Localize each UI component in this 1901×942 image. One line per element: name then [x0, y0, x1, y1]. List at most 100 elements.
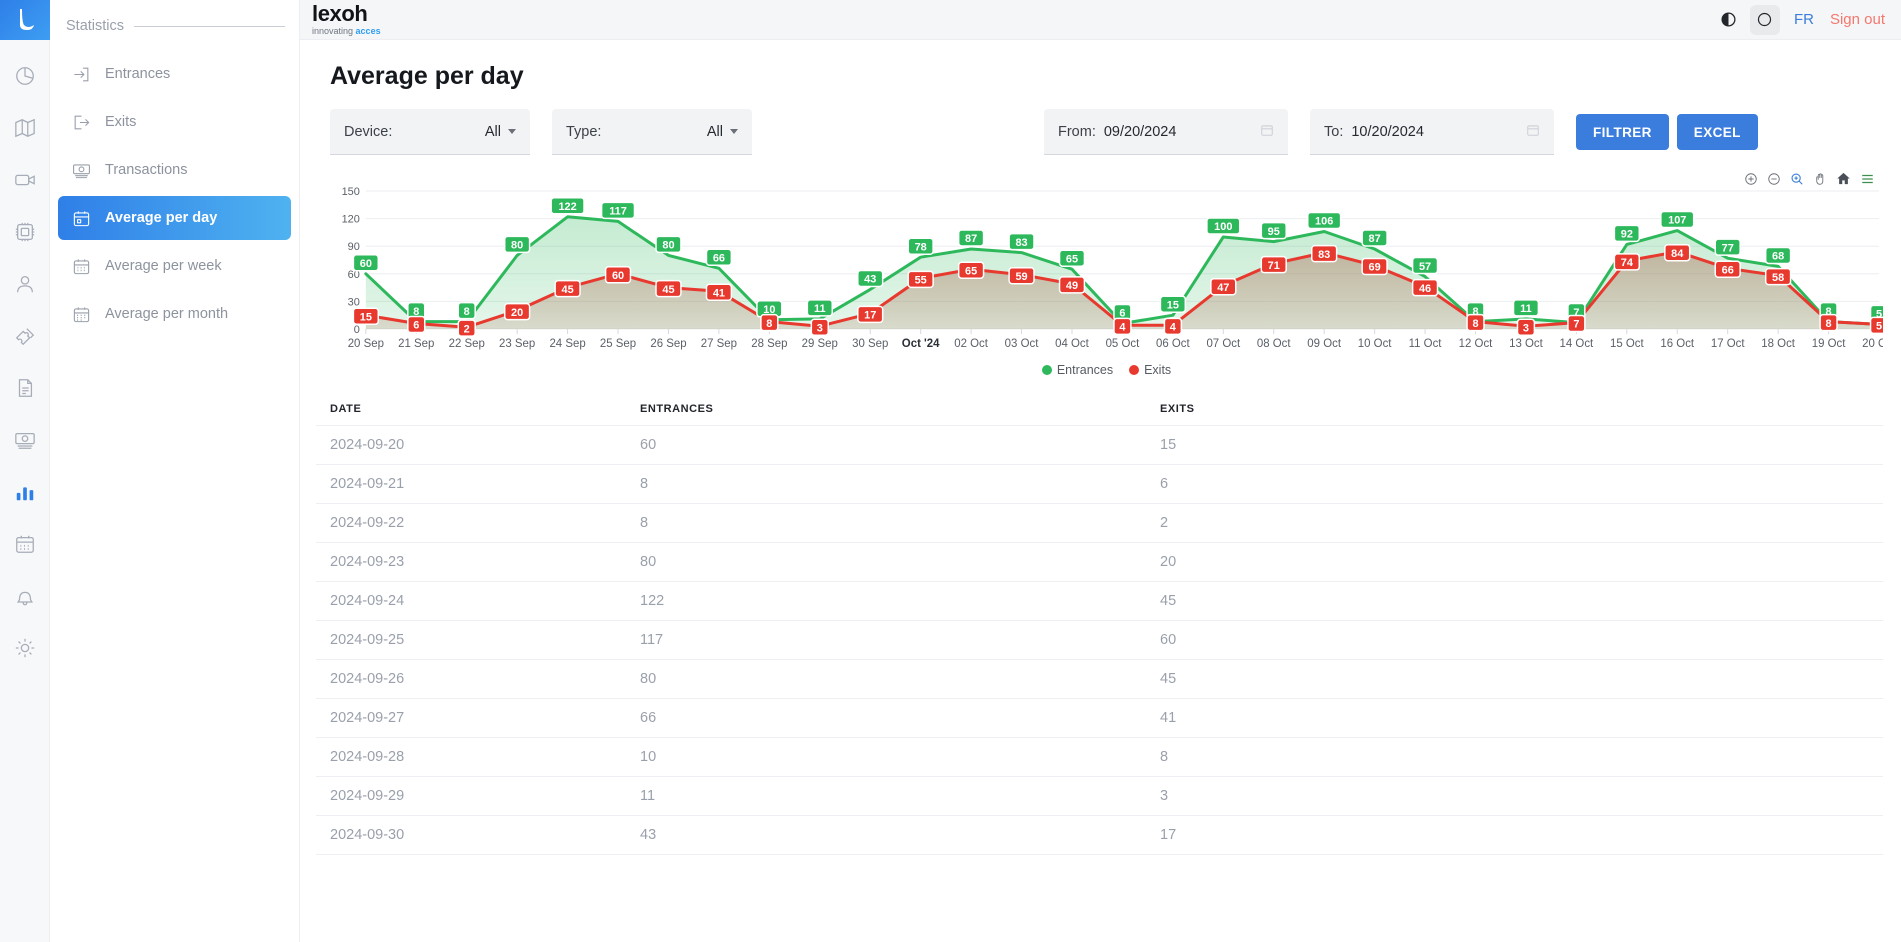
cell-date: 2024-09-21 [316, 464, 626, 504]
rail-item-dashboard-pie[interactable] [0, 50, 50, 102]
svg-text:59: 59 [1015, 271, 1027, 283]
svg-text:7: 7 [1573, 319, 1579, 331]
sidebar-item-transactions[interactable]: Transactions [58, 148, 291, 192]
legend-item-entrances[interactable]: Entrances [1041, 363, 1113, 377]
svg-text:106: 106 [1315, 216, 1333, 228]
calendar-icon [15, 535, 34, 553]
calendar-icon[interactable] [1260, 123, 1274, 141]
sidebar-item-average-per-month[interactable]: Average per month [58, 292, 291, 336]
rail-item-video-camera[interactable] [0, 154, 50, 206]
svg-text:30 Sep: 30 Sep [852, 338, 888, 350]
table-row[interactable]: 2024-09-22 8 2 [316, 503, 1883, 543]
sidebar-item-average-per-week[interactable]: Average per week [58, 244, 291, 288]
rail-item-calendar[interactable] [0, 518, 50, 570]
table-row[interactable]: 2024-09-27 66 41 [316, 698, 1883, 738]
sidebar-section-header: Statistics [50, 18, 299, 34]
cell-exits: 8 [1146, 737, 1883, 777]
cell-entrances: 60 [626, 425, 1146, 465]
brand-logo[interactable]: lexoh innovating acces [312, 3, 381, 36]
rail-item-bell[interactable] [0, 570, 50, 622]
sidebar-item-exits[interactable]: Exits [58, 100, 291, 144]
filter-button[interactable]: FILTRER [1576, 114, 1669, 150]
svg-text:27 Sep: 27 Sep [701, 338, 737, 350]
dashboard-pie-icon [15, 67, 34, 85]
column-header-date[interactable]: DATE [316, 393, 626, 426]
table-row[interactable]: 2024-09-25 117 60 [316, 620, 1883, 660]
table-row[interactable]: 2024-09-20 60 15 [316, 425, 1883, 465]
sidebar-item-label: Exits [105, 114, 137, 130]
table-row[interactable]: 2024-09-21 8 6 [316, 464, 1883, 504]
table-row[interactable]: 2024-09-28 10 8 [316, 737, 1883, 777]
to-date-label: To: [1324, 123, 1344, 140]
lexoh-logo-icon [19, 9, 34, 30]
rail-item-gear[interactable] [0, 622, 50, 674]
page-content: Average per day Device: All Type: All Fr… [300, 40, 1901, 942]
contrast-toggle-button[interactable] [1714, 5, 1744, 35]
svg-text:92: 92 [1621, 229, 1633, 241]
average-per-day-chart[interactable]: 0 30 60 90 120 150 20 Sep 21 Sep 22 Sep 23 Sep 24 … [330, 169, 1883, 359]
sidebar-item-average-per-day[interactable]: Average per day [58, 196, 291, 240]
from-date-input[interactable]: From: 09/20/2024 [1044, 109, 1288, 155]
svg-text:100: 100 [1214, 221, 1232, 233]
sign-out-link[interactable]: Sign out [1828, 11, 1885, 28]
type-select-value: All [706, 123, 723, 140]
rail-item-document[interactable] [0, 362, 50, 414]
legend-swatch [1041, 365, 1052, 375]
svg-text:21 Sep: 21 Sep [398, 338, 434, 350]
sidebar-section-title: Statistics [66, 18, 125, 34]
theme-toggle-button[interactable] [1749, 4, 1780, 35]
svg-text:06 Oct: 06 Oct [1156, 338, 1191, 350]
svg-text:12 Oct: 12 Oct [1459, 338, 1494, 350]
rail-item-user[interactable] [0, 258, 50, 310]
column-header-exits[interactable]: EXITS [1146, 393, 1883, 426]
svg-text:03 Oct: 03 Oct [1005, 338, 1040, 350]
svg-text:8: 8 [1472, 318, 1478, 330]
statistics-sidebar: Statistics Entrances Exits Transactions [50, 0, 300, 942]
svg-text:07 Oct: 07 Oct [1206, 338, 1241, 350]
rail-item-money[interactable] [0, 414, 50, 466]
cell-exits: 2 [1146, 503, 1883, 543]
svg-text:90: 90 [348, 241, 360, 253]
chart-plot-area: 030609012015020 Sep 21 Sep 22 Sep 23 Sep 24 … [342, 186, 1883, 350]
svg-text:19 Oct: 19 Oct [1812, 338, 1847, 350]
table-row[interactable]: 2024-09-23 80 20 [316, 542, 1883, 582]
to-date-input[interactable]: To: 10/20/2024 [1310, 109, 1554, 155]
type-select[interactable]: Type: All [552, 109, 752, 155]
legend-item-exits[interactable]: Exits [1129, 363, 1171, 377]
svg-text:09 Oct: 09 Oct [1307, 338, 1342, 350]
svg-text:13 Oct: 13 Oct [1509, 338, 1544, 350]
rail-item-ticket[interactable] [0, 310, 50, 362]
cell-date: 2024-09-22 [316, 503, 626, 543]
svg-text:65: 65 [965, 265, 977, 277]
sidebar-section-divider [134, 25, 285, 27]
cell-entrances: 11 [626, 776, 1146, 816]
language-switcher[interactable]: FR [1786, 11, 1822, 28]
table-row[interactable]: 2024-09-29 11 3 [316, 776, 1883, 816]
svg-text:117: 117 [609, 206, 627, 218]
legend-swatch [1129, 365, 1140, 375]
table-row[interactable]: 2024-09-26 80 45 [316, 659, 1883, 699]
svg-text:4: 4 [1119, 321, 1126, 333]
type-select-label: Type: [566, 123, 602, 140]
from-date-label: From: [1058, 123, 1096, 140]
rail-item-map[interactable] [0, 102, 50, 154]
svg-text:26 Sep: 26 Sep [650, 338, 686, 350]
app-logo-mark[interactable] [0, 0, 50, 40]
table-row[interactable]: 2024-09-24 122 45 [316, 581, 1883, 621]
cell-entrances: 8 [626, 464, 1146, 504]
svg-text:17: 17 [864, 310, 876, 322]
sidebar-item-entrances[interactable]: Entrances [58, 52, 291, 96]
rail-item-bar-chart[interactable] [0, 466, 50, 518]
svg-text:15: 15 [360, 311, 372, 323]
column-header-entrances[interactable]: ENTRANCES [626, 393, 1146, 426]
cell-date: 2024-09-24 [316, 581, 626, 621]
calendar-icon[interactable] [1526, 123, 1540, 141]
cell-entrances: 80 [626, 542, 1146, 582]
bar-chart-icon [16, 487, 33, 501]
device-select[interactable]: Device: All [330, 109, 530, 155]
excel-export-button[interactable]: EXCEL [1676, 114, 1758, 150]
rail-item-device-chip[interactable] [0, 206, 50, 258]
arrow-out-of-box-icon [74, 115, 90, 129]
header-actions: FR Sign out [1714, 4, 1901, 35]
table-row[interactable]: 2024-09-30 43 17 [316, 815, 1883, 855]
